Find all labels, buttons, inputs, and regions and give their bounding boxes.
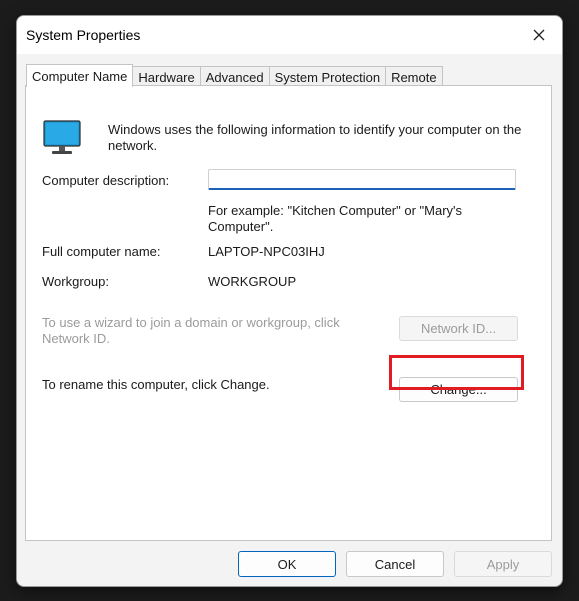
description-label: Computer description: [42, 173, 170, 188]
title-bar: System Properties [17, 16, 562, 54]
workgroup-value: WORKGROUP [208, 274, 297, 289]
tab-system-protection[interactable]: System Protection [268, 66, 387, 87]
wizard-text: To use a wizard to join a domain or work… [42, 315, 340, 346]
rename-text: To rename this computer, click Change. [42, 377, 270, 392]
ok-button[interactable]: OK [238, 551, 336, 577]
system-properties-dialog: System Properties Computer Name Hardware… [16, 15, 563, 587]
cancel-button[interactable]: Cancel [346, 551, 444, 577]
tab-strip: Computer Name Hardware Advanced System P… [26, 64, 443, 87]
computer-description-input[interactable] [208, 169, 516, 190]
tab-hardware[interactable]: Hardware [132, 66, 201, 87]
network-id-button[interactable]: Network ID... [399, 316, 518, 341]
close-button[interactable] [516, 16, 562, 54]
example-text: For example: "Kitchen Computer" or "Mary… [208, 203, 463, 234]
monitor-icon [43, 120, 81, 154]
window-title: System Properties [26, 27, 141, 43]
intro-text: Windows uses the following information t… [108, 122, 522, 153]
full-name-label: Full computer name: [42, 244, 161, 259]
tab-computer-name[interactable]: Computer Name [26, 64, 134, 87]
workgroup-label: Workgroup: [42, 274, 109, 289]
change-button[interactable]: Change... [399, 377, 518, 402]
tab-remote[interactable]: Remote [385, 66, 443, 87]
full-name-value: LAPTOP-NPC03IHJ [208, 244, 325, 259]
apply-button[interactable]: Apply [454, 551, 552, 577]
computer-name-panel: Windows uses the following information t… [25, 85, 552, 541]
close-icon [533, 29, 545, 41]
tab-advanced[interactable]: Advanced [199, 66, 270, 87]
